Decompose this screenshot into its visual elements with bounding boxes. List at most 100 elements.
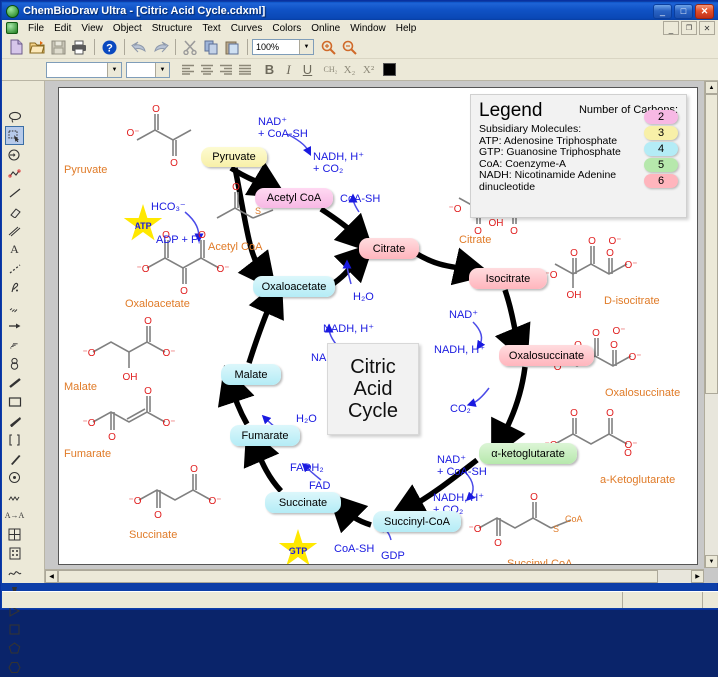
zoom-combobox[interactable]: 100% ▼ — [252, 39, 314, 55]
marquee-select-tool[interactable] — [5, 126, 24, 145]
chain-tool[interactable] — [5, 487, 24, 506]
orbital-tool[interactable] — [5, 354, 24, 373]
drawing-canvas[interactable]: OO O OOOOH OHOOO OOO OOO OO OO OO OOH OO… — [58, 87, 698, 565]
superscript-button[interactable]: X² — [359, 61, 378, 79]
menu-item-text[interactable]: Text — [197, 22, 225, 35]
menu-item-view[interactable]: View — [76, 22, 108, 35]
save-disk-icon[interactable] — [48, 38, 68, 57]
chevron-down-icon[interactable]: ▼ — [155, 62, 169, 77]
bold-button[interactable]: B — [260, 61, 279, 79]
square-tool[interactable] — [5, 620, 24, 639]
rectangle-tool[interactable] — [5, 392, 24, 411]
scroll-left-arrow[interactable]: ◀ — [45, 570, 58, 583]
wedge-bond-tool[interactable] — [5, 411, 24, 430]
paste-icon[interactable] — [222, 38, 242, 57]
menu-item-structure[interactable]: Structure — [147, 22, 198, 35]
svg-text:O⁻: O⁻ — [624, 440, 637, 451]
menu-item-curves[interactable]: Curves — [226, 22, 268, 35]
chevron-down-icon[interactable]: ▼ — [107, 62, 121, 77]
wedged-bond-tool[interactable] — [5, 449, 24, 468]
status-resize-grip[interactable] — [702, 592, 718, 608]
menu-item-edit[interactable]: Edit — [49, 22, 76, 35]
scroll-right-arrow[interactable]: ▶ — [691, 570, 704, 583]
scroll-up-arrow[interactable]: ▲ — [705, 81, 718, 94]
circle-target-tool[interactable] — [5, 468, 24, 487]
copy-icon[interactable] — [201, 38, 221, 57]
color-swatch[interactable] — [383, 63, 396, 76]
pentagon-tool[interactable] — [5, 639, 24, 658]
undo-icon[interactable] — [129, 38, 149, 57]
zoom-out-icon[interactable] — [339, 38, 359, 57]
help-question-icon[interactable]: ? — [99, 38, 119, 57]
mdi-minimize-button[interactable]: _ — [663, 21, 679, 35]
text-tool[interactable]: A — [5, 240, 24, 259]
template-tool[interactable] — [5, 544, 24, 563]
document-icon[interactable] — [6, 22, 18, 34]
menu-item-window[interactable]: Window — [345, 22, 391, 35]
mdi-close-button[interactable]: ✕ — [699, 21, 715, 35]
hexagon-tool[interactable] — [5, 658, 24, 677]
gtp-star[interactable]: GTP — [278, 529, 318, 564]
bracket-tool[interactable] — [5, 430, 24, 449]
node-pyruvate[interactable]: Pyruvate — [201, 147, 267, 167]
menu-item-online[interactable]: Online — [306, 22, 345, 35]
align-left-icon[interactable] — [178, 61, 197, 79]
menu-item-object[interactable]: Object — [108, 22, 147, 35]
align-right-icon[interactable] — [216, 61, 235, 79]
minimize-button[interactable]: _ — [653, 3, 672, 19]
node-succinate[interactable]: Succinate — [265, 492, 341, 513]
cut-scissors-icon[interactable] — [180, 38, 200, 57]
chevron-down-icon[interactable]: ▼ — [299, 40, 313, 54]
table-tool[interactable] — [5, 525, 24, 544]
underline-button[interactable]: U — [298, 61, 317, 79]
menu-item-colors[interactable]: Colors — [267, 22, 306, 35]
node-isocitrate[interactable]: Isocitrate — [469, 268, 547, 289]
node-oxaloacetate[interactable]: Oxaloacetate — [253, 276, 335, 297]
italic-button[interactable]: I — [279, 61, 298, 79]
node-malate[interactable]: Malate — [221, 364, 281, 385]
node-alpha-ketoglutarate[interactable]: α-ketoglutarate — [479, 443, 577, 464]
font-size-combobox[interactable]: ▼ — [126, 61, 170, 78]
close-button[interactable]: ✕ — [695, 3, 714, 19]
menu-item-file[interactable]: File — [23, 22, 49, 35]
hashed-wedge-tool[interactable] — [5, 335, 24, 354]
svg-text:O⁻: O⁻ — [612, 326, 625, 337]
bold-bond-tool[interactable] — [5, 373, 24, 392]
node-citrate[interactable]: Citrate — [359, 238, 419, 259]
hashed-bond-tool[interactable] — [5, 297, 24, 316]
lasso-select-tool[interactable] — [5, 107, 24, 126]
print-icon[interactable] — [69, 38, 89, 57]
subscript-button[interactable]: X₂ — [340, 61, 359, 79]
vertical-scroll-thumb[interactable] — [705, 94, 718, 394]
align-center-icon[interactable] — [197, 61, 216, 79]
curve-tool[interactable] — [5, 563, 24, 582]
vertical-scrollbar[interactable]: ▲ ▼ — [704, 81, 718, 568]
eraser-tool[interactable] — [5, 202, 24, 221]
scroll-down-arrow[interactable]: ▼ — [705, 555, 718, 568]
mdi-restore-button[interactable]: ❐ — [681, 21, 697, 35]
multiple-bond-tool[interactable] — [5, 221, 24, 240]
pen-tool[interactable] — [5, 278, 24, 297]
arrow-tool[interactable] — [5, 316, 24, 335]
menu-item-help[interactable]: Help — [391, 22, 422, 35]
node-acetyl-coa[interactable]: Acetyl CoA — [255, 188, 333, 208]
horizontal-scrollbar[interactable]: ◀ ▶ — [45, 569, 704, 583]
atom-label-tool[interactable]: A→A — [5, 506, 25, 525]
horizontal-scroll-thumb[interactable] — [58, 570, 658, 583]
solid-bond-tool[interactable] — [5, 183, 24, 202]
formula-button[interactable]: CH₂ — [321, 61, 340, 79]
open-folder-icon[interactable] — [27, 38, 47, 57]
justify-icon[interactable] — [235, 61, 254, 79]
redo-icon[interactable] — [150, 38, 170, 57]
lasso-marquee-tool[interactable] — [5, 145, 24, 164]
maximize-button[interactable]: □ — [674, 3, 693, 19]
dashed-bond-tool[interactable] — [5, 259, 24, 278]
node-oxalosuccinate[interactable]: Oxalosuccinate — [499, 345, 594, 366]
font-combobox[interactable]: ▼ — [46, 61, 122, 78]
node-label: Isocitrate — [485, 272, 531, 285]
node-succinyl-coa[interactable]: Succinyl-CoA — [373, 511, 461, 532]
zoom-in-icon[interactable] — [318, 38, 338, 57]
node-fumarate[interactable]: Fumarate — [230, 425, 300, 446]
eraser-chain-tool[interactable] — [5, 164, 24, 183]
new-document-icon[interactable] — [6, 38, 26, 57]
